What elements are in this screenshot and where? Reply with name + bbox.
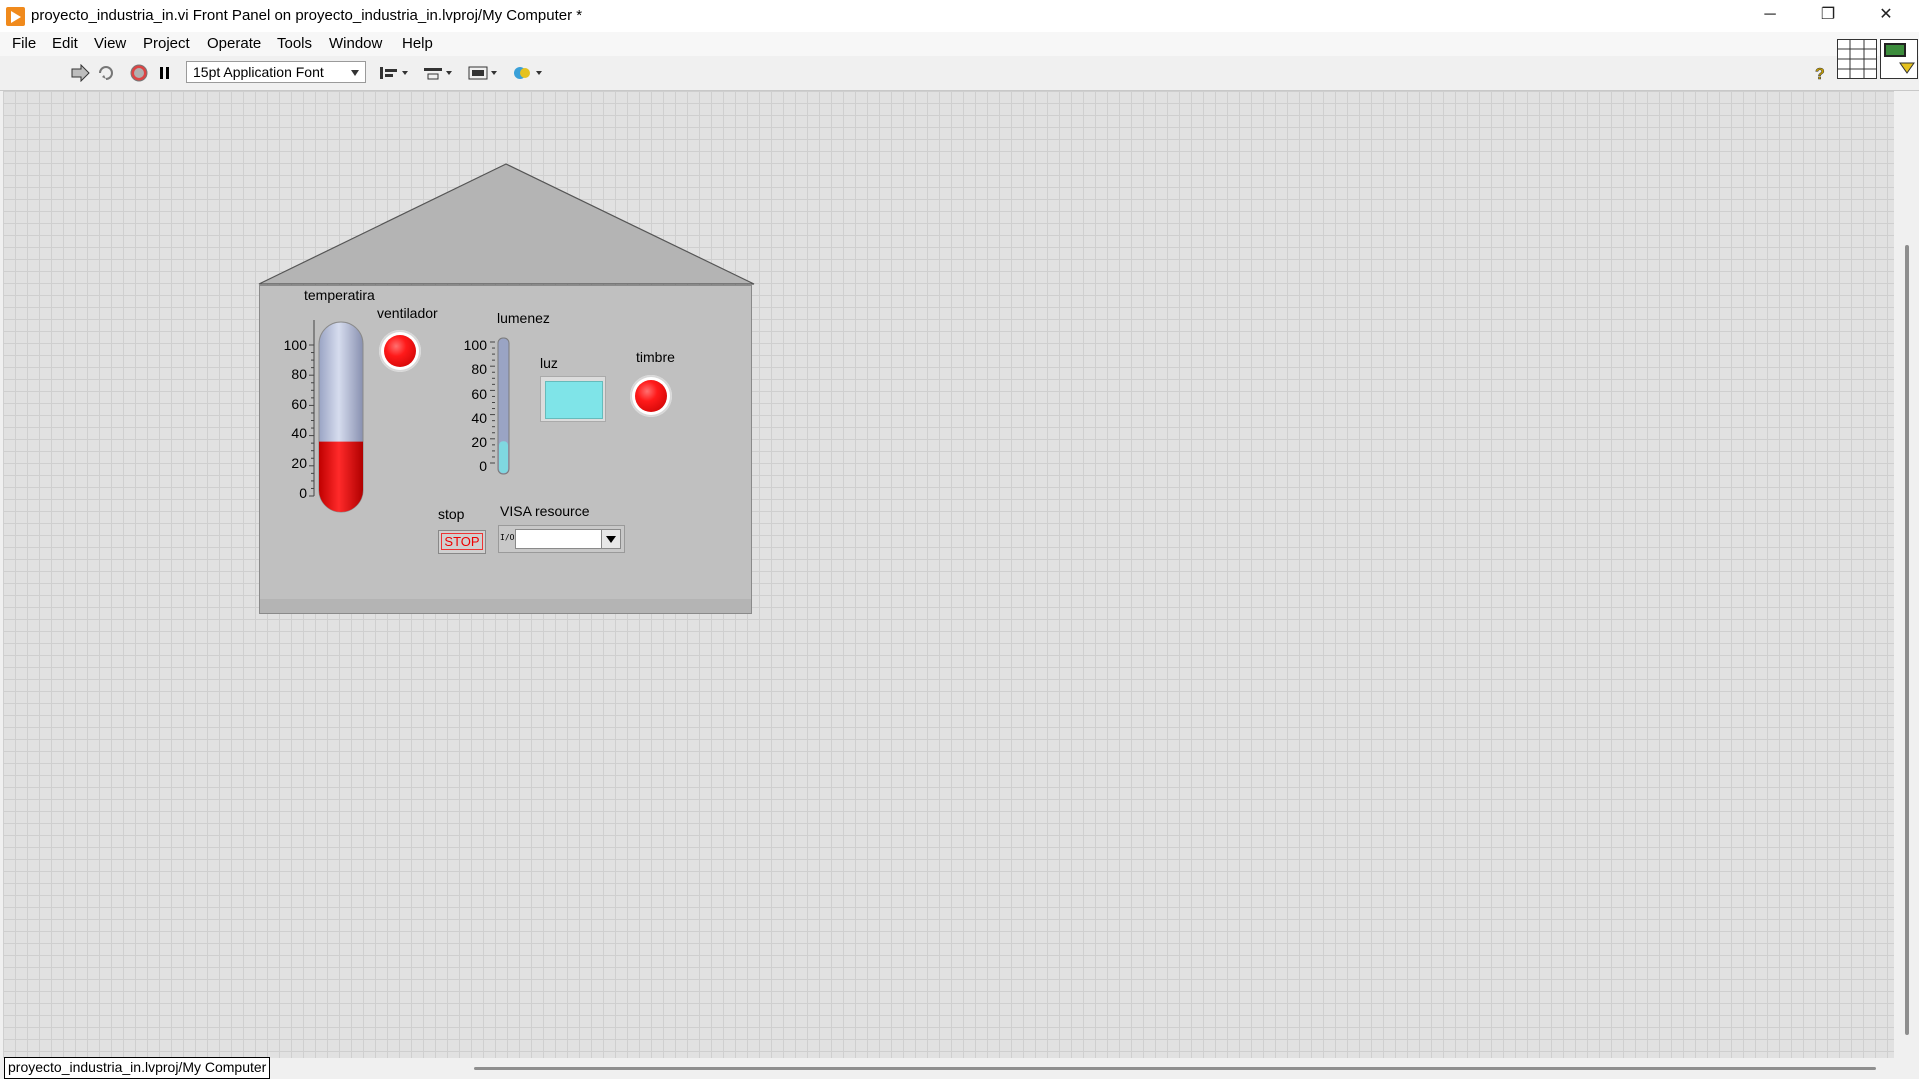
- visa-dropdown-button[interactable]: [601, 529, 621, 549]
- lumen-tick: 0: [479, 458, 487, 474]
- svg-text:?: ?: [1815, 66, 1825, 83]
- abort-execution-icon[interactable]: [129, 64, 149, 82]
- font-select-label: 15pt Application Font: [193, 64, 324, 80]
- thermometer-indicator: [309, 320, 364, 513]
- window-title: proyecto_industria_in.vi Front Panel on …: [31, 7, 583, 24]
- run-arrow-icon[interactable]: [70, 64, 90, 82]
- menu-help[interactable]: Help: [402, 35, 433, 52]
- thermometer-tick: 100: [283, 337, 307, 353]
- visa-resource-field[interactable]: [515, 529, 603, 549]
- lumen-tick: 100: [463, 337, 487, 353]
- stop-button[interactable]: STOP: [438, 530, 486, 554]
- pause-icon[interactable]: [156, 64, 174, 82]
- thermometer-label: temperatira: [304, 287, 375, 303]
- menu-bar: File Edit View Project Operate Tools Win…: [0, 32, 1919, 56]
- lumen-slider-label: lumenez: [497, 310, 550, 326]
- lumen-slider-fill: [499, 441, 508, 473]
- fan-led-indicator: [379, 330, 421, 372]
- minimize-button[interactable]: ─: [1741, 0, 1799, 32]
- thermometer-fill: [319, 441, 363, 512]
- text-settings-dropdown[interactable]: 15pt Application Font: [186, 61, 366, 83]
- vertical-scrollbar[interactable]: [1905, 245, 1909, 1035]
- chevron-down-icon: [351, 70, 359, 76]
- thermometer-tick: 0: [299, 485, 307, 501]
- run-continuously-icon[interactable]: [96, 64, 116, 82]
- resize-objects-icon[interactable]: [467, 64, 499, 82]
- thermometer-tick: 20: [291, 455, 307, 471]
- bell-led-indicator: [630, 375, 672, 417]
- close-button[interactable]: ✕: [1857, 0, 1915, 32]
- align-objects-icon[interactable]: [378, 64, 410, 82]
- context-help-icon[interactable]: ?: [1810, 64, 1830, 83]
- title-bar: proyecto_industria_in.vi Front Panel on …: [0, 0, 1919, 32]
- visa-resource-control[interactable]: I/O: [498, 525, 625, 553]
- labview-app-icon: [6, 7, 25, 26]
- lumen-tick: 80: [471, 361, 487, 377]
- lumen-slider[interactable]: [489, 336, 513, 478]
- light-indicator-label: luz: [540, 355, 558, 371]
- fan-led-label: ventilador: [377, 305, 438, 321]
- stop-button-label: stop: [438, 506, 465, 522]
- light-indicator-lamp: [545, 381, 603, 419]
- bell-led-label: timbre: [636, 349, 675, 365]
- menu-project[interactable]: Project: [143, 35, 190, 52]
- menu-edit[interactable]: Edit: [52, 35, 78, 52]
- lumen-tick: 20: [471, 434, 487, 450]
- distribute-objects-icon[interactable]: [422, 64, 454, 82]
- menu-tools[interactable]: Tools: [277, 35, 312, 52]
- reorder-objects-icon[interactable]: [512, 64, 544, 82]
- visa-resource-label: VISA resource: [500, 503, 590, 519]
- horizontal-scrollbar[interactable]: [474, 1067, 1876, 1070]
- restore-button[interactable]: ❐: [1799, 0, 1857, 32]
- menu-window[interactable]: Window: [329, 35, 382, 52]
- vi-icon[interactable]: [1879, 39, 1919, 79]
- thermometer-tick: 40: [291, 425, 307, 441]
- menu-view[interactable]: View: [94, 35, 126, 52]
- lumen-tick: 60: [471, 386, 487, 402]
- menu-file[interactable]: File: [12, 35, 36, 52]
- menu-operate[interactable]: Operate: [207, 35, 261, 52]
- thermometer-tick: 80: [291, 366, 307, 382]
- light-indicator: [540, 376, 606, 422]
- stop-button-text: STOP: [441, 533, 483, 550]
- visa-io-icon: I/O: [500, 533, 515, 542]
- thermometer-tick: 60: [291, 396, 307, 412]
- connector-pane-icon[interactable]: [1837, 39, 1877, 79]
- lumen-tick: 40: [471, 410, 487, 426]
- house-roof-decoration: [258, 163, 755, 285]
- status-context: proyecto_industria_in.lvproj/My Computer: [4, 1057, 271, 1079]
